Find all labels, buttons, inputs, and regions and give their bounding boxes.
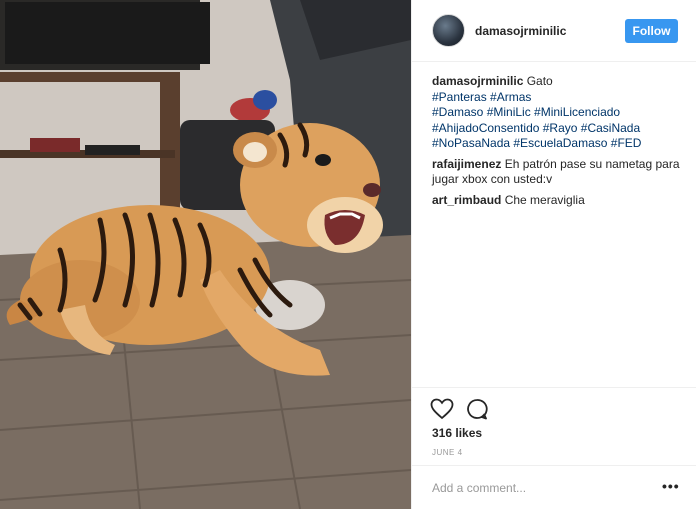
caption-text: Gato [526, 74, 553, 88]
likes-count[interactable]: 316 likes [432, 426, 482, 440]
caption: damasojrminilic Gato #Panteras #Armas #D… [432, 74, 682, 152]
comment-username[interactable]: art_rimbaud [432, 193, 501, 207]
post-side-panel: damasojrminilic Follow damasojrminilic G… [411, 0, 696, 509]
more-options-icon[interactable]: ••• [662, 478, 680, 494]
comment-item: rafaijimenez Eh patrón pase su nametag p… [432, 157, 682, 188]
caption-username[interactable]: damasojrminilic [432, 74, 523, 88]
instagram-post: damasojrminilic Follow damasojrminilic G… [0, 0, 696, 509]
add-comment-bar: ••• [412, 465, 696, 511]
heart-icon[interactable] [430, 398, 454, 420]
hashtag-line[interactable]: #Damaso #MiniLic #MiniLicenciado [432, 105, 682, 121]
avatar[interactable] [432, 14, 465, 47]
hashtag-line[interactable]: #AhijadoConsentido #Rayo #CasiNada [432, 121, 682, 137]
hashtag-line[interactable]: #NoPasaNada #EscuelaDamaso #FED [432, 136, 682, 152]
header-username[interactable]: damasojrminilic [475, 24, 566, 38]
comment-item: art_rimbaud Che meraviglia [432, 193, 682, 209]
comments-list: damasojrminilic Gato #Panteras #Armas #D… [432, 74, 682, 213]
post-header: damasojrminilic Follow [412, 0, 696, 62]
add-comment-input[interactable] [432, 478, 642, 498]
comment-text: Che meraviglia [504, 192, 585, 207]
tiger-cub-image [0, 0, 411, 509]
post-photo[interactable] [0, 0, 411, 509]
follow-button[interactable]: Follow [625, 19, 678, 43]
comment-icon[interactable] [466, 398, 488, 420]
hashtag-line[interactable]: #Panteras #Armas [432, 90, 682, 106]
post-actions: 316 likes JUNE 4 ••• [412, 387, 696, 510]
post-date[interactable]: JUNE 4 [432, 448, 463, 457]
comment-username[interactable]: rafaijimenez [432, 157, 501, 171]
